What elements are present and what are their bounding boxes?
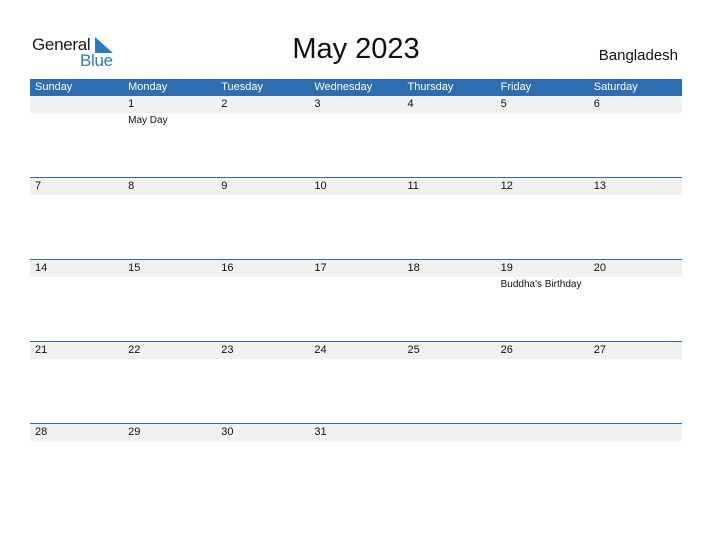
day-number: 4 xyxy=(407,98,414,110)
day-number-strip: 1 2 3 4 5 6 xyxy=(30,96,682,113)
day-number: 26 xyxy=(500,344,513,356)
day-number: 3 xyxy=(314,98,321,110)
day-number: 28 xyxy=(35,426,48,438)
holiday-event xyxy=(589,114,682,127)
week-row: 1 2 3 4 5 6 May Day xyxy=(30,96,682,177)
day-number-strip: 21 22 23 24 25 26 27 xyxy=(30,342,682,359)
weekday-thursday: Thursday xyxy=(407,81,454,93)
day-number: 10 xyxy=(314,180,327,192)
day-number: 18 xyxy=(407,262,420,274)
day-number: 14 xyxy=(35,262,48,274)
weekday-sunday: Sunday xyxy=(35,81,73,93)
day-number xyxy=(589,424,682,441)
holiday-event xyxy=(589,278,682,291)
day-number: 19 xyxy=(500,262,513,274)
week-row: 21 22 23 24 25 26 27 xyxy=(30,341,682,423)
week-row: 14 15 16 17 18 19 20 Buddha's Birthday xyxy=(30,259,682,341)
day-number: 25 xyxy=(407,344,420,356)
country-label: Bangladesh xyxy=(598,47,678,64)
holiday-event xyxy=(496,114,589,127)
event-row xyxy=(30,359,682,360)
day-number: 30 xyxy=(221,426,234,438)
day-number: 11 xyxy=(407,180,419,192)
day-number: 9 xyxy=(221,180,228,192)
holiday-event xyxy=(309,114,402,127)
week-row: 28 29 30 31 xyxy=(30,423,682,505)
week-row: 7 8 9 10 11 12 13 xyxy=(30,177,682,259)
holiday-event: Buddha's Birthday xyxy=(500,279,582,290)
day-number: 2 xyxy=(221,98,228,110)
event-row: May Day xyxy=(30,113,682,127)
weekday-wednesday: Wednesday xyxy=(314,81,373,93)
holiday-event xyxy=(216,114,309,127)
day-number xyxy=(496,424,589,441)
day-number-strip: 14 15 16 17 18 19 20 xyxy=(30,260,682,277)
day-number: 21 xyxy=(35,344,48,356)
day-number: 22 xyxy=(128,344,141,356)
day-number: 12 xyxy=(500,180,513,192)
holiday-event xyxy=(30,114,123,127)
weekday-friday: Friday xyxy=(500,81,532,93)
day-number: 16 xyxy=(221,262,234,274)
day-number: 29 xyxy=(128,426,141,438)
calendar-grid: Sunday Monday Tuesday Wednesday Thursday… xyxy=(30,79,682,505)
holiday-event xyxy=(403,114,496,127)
event-row: Buddha's Birthday xyxy=(30,277,682,291)
day-number: 8 xyxy=(128,180,135,192)
day-number xyxy=(30,96,123,113)
day-number xyxy=(403,424,496,441)
day-number: 27 xyxy=(593,344,606,356)
holiday-event xyxy=(216,278,309,291)
day-number: 17 xyxy=(314,262,327,274)
day-number: 31 xyxy=(314,426,327,438)
weekday-monday: Monday xyxy=(128,81,168,93)
event-row xyxy=(30,441,682,442)
weekday-header: Sunday Monday Tuesday Wednesday Thursday… xyxy=(30,79,682,96)
day-number: 15 xyxy=(128,262,141,274)
day-number-strip: 28 29 30 31 xyxy=(30,424,682,441)
day-number: 23 xyxy=(221,344,234,356)
day-number: 5 xyxy=(500,98,507,110)
event-row xyxy=(30,195,682,196)
day-number: 24 xyxy=(314,344,327,356)
weekday-tuesday: Tuesday xyxy=(221,81,264,93)
day-number: 20 xyxy=(593,262,606,274)
day-number: 6 xyxy=(593,98,600,110)
holiday-event xyxy=(309,278,402,291)
day-number: 7 xyxy=(35,180,42,192)
weekday-saturday: Saturday xyxy=(593,81,638,93)
holiday-event xyxy=(30,278,123,291)
holiday-event xyxy=(403,278,496,291)
holiday-event xyxy=(123,278,216,291)
day-number: 13 xyxy=(593,180,606,192)
day-number: 1 xyxy=(128,98,135,110)
day-number-strip: 7 8 9 10 11 12 13 xyxy=(30,178,682,195)
holiday-event: May Day xyxy=(128,115,168,126)
